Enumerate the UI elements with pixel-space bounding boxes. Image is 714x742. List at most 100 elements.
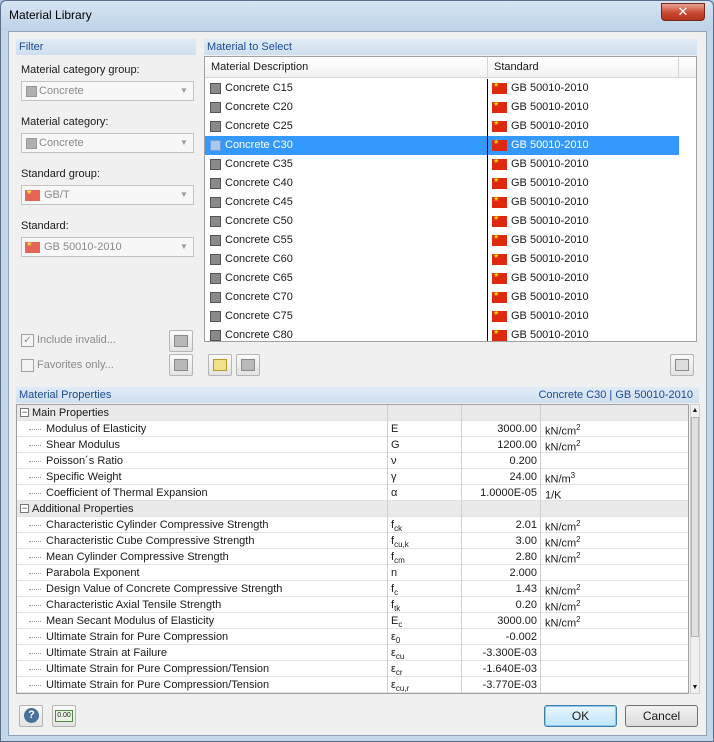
property-value[interactable]: 1.43 bbox=[462, 581, 540, 597]
material-row[interactable]: Concrete C55 GB 50010-2010 bbox=[205, 231, 679, 250]
material-standard-text: GB 50010-2010 bbox=[511, 177, 589, 189]
material-row[interactable]: Concrete C80 GB 50010-2010 bbox=[205, 326, 679, 341]
property-row[interactable]: Ultimate Strain at Failure εcu -3.300E-03 bbox=[17, 645, 688, 661]
material-row[interactable]: Concrete C65 GB 50010-2010 bbox=[205, 269, 679, 288]
ok-button[interactable]: OK bbox=[544, 705, 617, 727]
property-row[interactable]: Ultimate Strain for Pure Compression/Ten… bbox=[17, 677, 688, 693]
edit-material-button[interactable] bbox=[236, 354, 260, 376]
china-flag-icon bbox=[492, 81, 507, 94]
material-row[interactable]: Concrete C20 GB 50010-2010 bbox=[205, 98, 679, 117]
material-row[interactable]: Concrete C35 GB 50010-2010 bbox=[205, 155, 679, 174]
property-value[interactable]: -3.770E-03 bbox=[462, 677, 540, 693]
material-row[interactable]: Concrete C75 GB 50010-2010 bbox=[205, 307, 679, 326]
property-value[interactable]: 3.00 bbox=[462, 533, 540, 549]
material-row[interactable]: Concrete C15 GB 50010-2010 bbox=[205, 79, 679, 98]
unit-text: kN/m bbox=[545, 473, 571, 486]
property-value[interactable]: -0.002 bbox=[462, 629, 540, 645]
scroll-down-icon[interactable]: ▼ bbox=[691, 684, 699, 691]
category-combo[interactable]: Concrete ▼ bbox=[21, 133, 194, 153]
favorites-edit-button[interactable] bbox=[169, 354, 193, 376]
title-bar[interactable]: Material Library ✕ bbox=[1, 1, 713, 31]
material-standard-text: GB 50010-2010 bbox=[511, 291, 589, 303]
concrete-swatch-icon bbox=[210, 215, 221, 227]
property-value[interactable]: 2.01 bbox=[462, 517, 540, 533]
property-row[interactable]: Ultimate Strain for Pure Compression ε0 -0… bbox=[17, 629, 688, 645]
material-row[interactable]: Concrete C25 GB 50010-2010 bbox=[205, 117, 679, 136]
property-row[interactable]: Parabola Exponent n 2.000 bbox=[17, 565, 688, 581]
material-row[interactable]: Concrete C50 GB 50010-2010 bbox=[205, 212, 679, 231]
concrete-swatch-icon bbox=[210, 101, 221, 113]
close-button[interactable]: ✕ bbox=[661, 3, 705, 21]
concrete-swatch-icon bbox=[210, 158, 221, 170]
new-material-button[interactable] bbox=[208, 354, 232, 376]
property-row[interactable]: Shear Modulus G 1200.00 kN/cm2 bbox=[17, 437, 688, 454]
col-standard[interactable]: Standard bbox=[494, 61, 539, 73]
property-unit: kN/cm2 bbox=[545, 519, 581, 534]
concrete-swatch-icon bbox=[210, 177, 221, 189]
property-row[interactable]: Poisson´s Ratio ν 0.200 bbox=[17, 453, 688, 469]
category-group-label: Material category group: bbox=[21, 64, 140, 76]
standard-combo[interactable]: GB 50010-2010 ▼ bbox=[21, 237, 194, 257]
group-main-properties[interactable]: − Main Properties bbox=[17, 405, 688, 421]
property-value[interactable]: 2.80 bbox=[462, 549, 540, 565]
property-value[interactable]: 0.20 bbox=[462, 597, 540, 613]
properties-scrollbar[interactable]: ▲ ▼ bbox=[690, 404, 700, 694]
standard-group-combo[interactable]: GB/T ▼ bbox=[21, 185, 194, 205]
property-row[interactable]: Characteristic Cylinder Compressive Stre… bbox=[17, 517, 688, 534]
property-value[interactable]: 0.200 bbox=[462, 453, 540, 469]
include-invalid-checkbox[interactable]: ✓ bbox=[21, 334, 34, 347]
property-value[interactable]: -1.640E-03 bbox=[462, 661, 540, 677]
chevron-down-icon[interactable]: ▼ bbox=[177, 83, 191, 99]
property-symbol: ν bbox=[391, 455, 397, 469]
cancel-button[interactable]: Cancel bbox=[625, 705, 698, 727]
property-value[interactable]: 1.0000E-05 bbox=[462, 485, 540, 501]
help-button[interactable]: ? bbox=[19, 705, 43, 727]
property-value[interactable]: 24.00 bbox=[462, 469, 540, 485]
concrete-swatch-icon bbox=[210, 291, 221, 303]
category-group-combo[interactable]: Concrete ▼ bbox=[21, 81, 194, 101]
property-row[interactable]: Specific Weight γ 24.00 kN/m3 bbox=[17, 469, 688, 486]
property-value[interactable]: 2.000 bbox=[462, 565, 540, 581]
group-additional-properties[interactable]: − Additional Properties bbox=[17, 501, 688, 517]
property-value[interactable]: 3000.00 bbox=[462, 613, 540, 629]
scroll-thumb[interactable] bbox=[691, 417, 699, 637]
collapse-icon[interactable]: − bbox=[20, 504, 29, 513]
property-row[interactable]: Characteristic Cube Compressive Strength… bbox=[17, 533, 688, 550]
material-row[interactable]: Concrete C45 GB 50010-2010 bbox=[205, 193, 679, 212]
property-row[interactable]: Mean Secant Modulus of Elasticity Ec 3000.… bbox=[17, 613, 688, 630]
units-button[interactable]: 0.00 bbox=[52, 705, 76, 727]
unit-text: kN/cm bbox=[545, 521, 577, 534]
property-row[interactable]: Ultimate Strain for Pure Compression/Ten… bbox=[17, 661, 688, 677]
material-row[interactable]: Concrete C30 GB 50010-2010 bbox=[205, 136, 679, 155]
chevron-down-icon[interactable]: ▼ bbox=[177, 187, 191, 203]
material-standard: GB 50010-2010 bbox=[492, 119, 589, 132]
unit-exponent: 2 bbox=[576, 535, 581, 544]
edit-filter-button[interactable] bbox=[169, 330, 193, 352]
favorites-only-checkbox[interactable] bbox=[21, 359, 34, 372]
property-value[interactable]: 1200.00 bbox=[462, 437, 540, 453]
collapse-icon[interactable]: − bbox=[20, 408, 29, 417]
material-row[interactable]: Concrete C40 GB 50010-2010 bbox=[205, 174, 679, 193]
property-value[interactable]: -3.300E-03 bbox=[462, 645, 540, 661]
property-row[interactable]: Design Value of Concrete Compressive Str… bbox=[17, 581, 688, 598]
unit-exponent: 2 bbox=[576, 599, 581, 608]
material-list[interactable]: Material Description Standard Concrete C… bbox=[204, 56, 697, 342]
property-row[interactable]: Modulus of Elasticity E 3000.00 kN/cm2 bbox=[17, 421, 688, 438]
scroll-up-icon[interactable]: ▲ bbox=[691, 407, 699, 414]
chevron-down-icon[interactable]: ▼ bbox=[177, 239, 191, 255]
property-unit: 1/K bbox=[545, 487, 562, 502]
property-symbol: fc bbox=[391, 583, 398, 597]
material-row[interactable]: Concrete C70 GB 50010-2010 bbox=[205, 288, 679, 307]
property-symbol: εcr bbox=[391, 663, 403, 677]
symbol-text: G bbox=[391, 439, 400, 451]
delete-material-button[interactable] bbox=[670, 354, 694, 376]
property-row[interactable]: Characteristic Axial Tensile Strength ftk… bbox=[17, 597, 688, 614]
symbol-subscript: c bbox=[394, 588, 399, 598]
chevron-down-icon[interactable]: ▼ bbox=[177, 135, 191, 151]
material-properties-panel: Material Properties Concrete C30 | GB 50… bbox=[16, 387, 700, 694]
property-row[interactable]: Mean Cylinder Compressive Strength fcm 2.8… bbox=[17, 549, 688, 566]
col-material-description[interactable]: Material Description bbox=[211, 61, 308, 73]
material-row[interactable]: Concrete C60 GB 50010-2010 bbox=[205, 250, 679, 269]
property-row[interactable]: Coefficient of Thermal Expansion α 1.0000E… bbox=[17, 485, 688, 502]
property-value[interactable]: 3000.00 bbox=[462, 421, 540, 437]
